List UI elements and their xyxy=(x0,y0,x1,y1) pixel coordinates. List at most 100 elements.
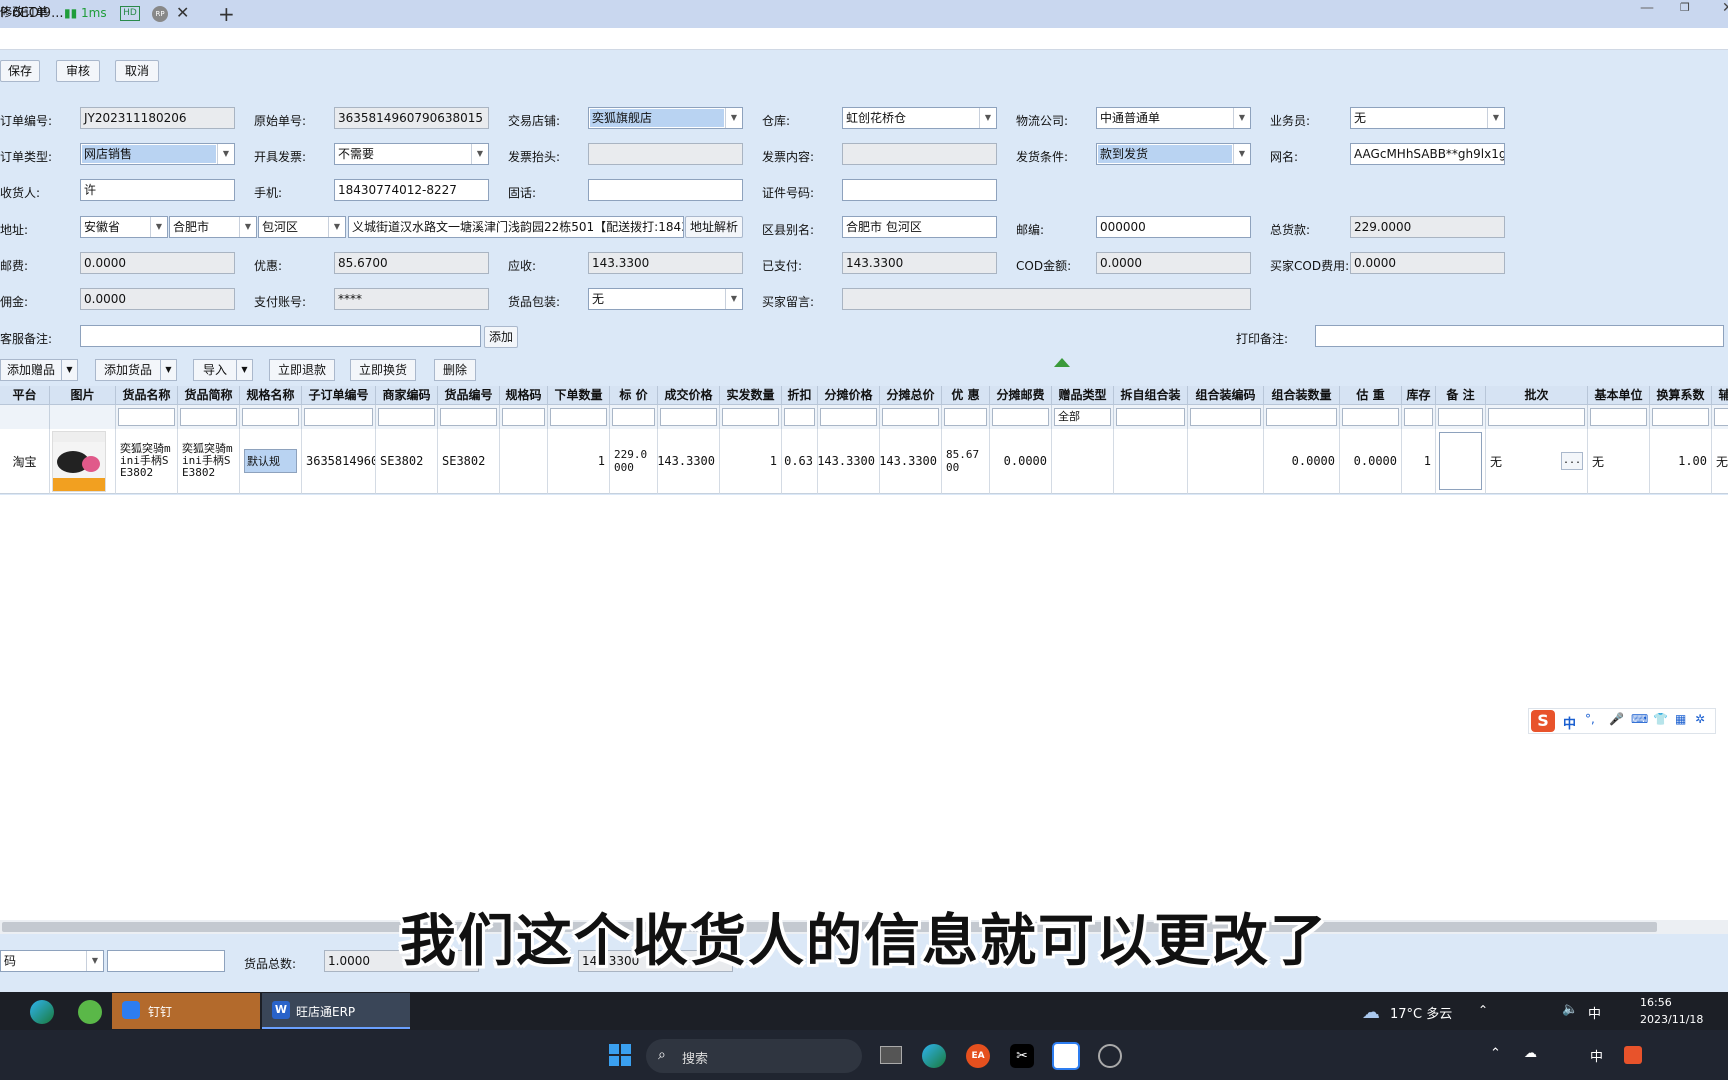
filter-input[interactable] xyxy=(242,408,299,426)
table-cell[interactable]: 1 xyxy=(548,429,610,494)
col-header[interactable]: 库存 xyxy=(1402,386,1436,405)
table-cell[interactable] xyxy=(1436,429,1486,494)
windows-start-icon[interactable] xyxy=(608,1043,632,1067)
add-note-button[interactable]: 添加 xyxy=(484,326,518,348)
netname-field[interactable]: AAGcMHhSABB**gh9lx1g0S xyxy=(1350,143,1505,165)
table-cell[interactable]: 36358149607 xyxy=(302,429,376,494)
district-select[interactable]: 包河区 ▼ xyxy=(258,216,346,238)
app-circle-icon[interactable] xyxy=(78,1000,102,1024)
col-header[interactable]: 商家编码 xyxy=(376,386,438,405)
col-header[interactable]: 批次 xyxy=(1486,386,1588,405)
logistics-select[interactable]: 中通普通单 ▼ xyxy=(1096,107,1251,129)
cloud-icon[interactable]: ☁ xyxy=(1524,1046,1537,1061)
table-cell[interactable]: 1.00 xyxy=(1650,429,1712,494)
ime-indicator[interactable]: 中 xyxy=(1588,1003,1601,1022)
filter-input[interactable] xyxy=(304,408,373,426)
warehouse-select[interactable]: 虹创花桥仓 ▼ xyxy=(842,107,997,129)
filter-input[interactable] xyxy=(992,408,1049,426)
filter-input[interactable] xyxy=(1714,408,1728,426)
filter-input[interactable]: 全部 xyxy=(1054,408,1111,426)
packaging-select[interactable]: 无 ▼ xyxy=(588,288,743,310)
invoice-content-field[interactable] xyxy=(842,143,997,165)
filter-input[interactable] xyxy=(722,408,779,426)
restore-button[interactable]: ❐ xyxy=(1680,1,1690,14)
invoice-select[interactable]: 不需要 ▼ xyxy=(334,143,489,165)
filter-input[interactable] xyxy=(440,408,497,426)
table-cell[interactable]: 229.0000 xyxy=(610,429,658,494)
tray-chevron-up-icon[interactable]: ⌃ xyxy=(1478,1003,1488,1017)
table-cell[interactable]: 1 xyxy=(720,429,782,494)
col-header[interactable]: 折扣 xyxy=(782,386,818,405)
col-header[interactable]: 成交价格 xyxy=(658,386,720,405)
table-cell[interactable]: 奕狐突骑mini手柄SE3802 xyxy=(116,429,178,494)
receivable-field[interactable]: 143.3300 xyxy=(588,252,743,274)
filter-input[interactable] xyxy=(378,408,435,426)
print-note-field[interactable] xyxy=(1315,325,1724,347)
salesman-select[interactable]: 无 ▼ xyxy=(1350,107,1505,129)
zip-field[interactable]: 000000 xyxy=(1096,216,1251,238)
table-cell[interactable]: 0.63 xyxy=(782,429,818,494)
col-header[interactable]: 下单数量 xyxy=(548,386,610,405)
col-header[interactable]: 优 惠 xyxy=(942,386,990,405)
settings-icon[interactable]: ✲ xyxy=(1695,712,1705,726)
table-cell[interactable]: 默认规 xyxy=(240,429,302,494)
filter-input[interactable] xyxy=(502,408,545,426)
col-header[interactable]: 备 注 xyxy=(1436,386,1486,405)
table-cell[interactable] xyxy=(1052,429,1114,494)
phone-field[interactable] xyxy=(588,179,743,201)
paid-field[interactable]: 143.3300 xyxy=(842,252,997,274)
province-select[interactable]: 安徽省 ▼ xyxy=(80,216,168,238)
mic-icon[interactable]: 🎤 xyxy=(1609,712,1624,726)
table-cell[interactable] xyxy=(500,429,548,494)
filter-input[interactable] xyxy=(1488,408,1585,426)
col-header[interactable]: 辅助单 xyxy=(1712,386,1728,405)
address-detail-field[interactable]: 义城街道汉水路文一塘溪津门浅韵园22栋501【配送拨打:18430774 xyxy=(348,216,684,238)
ime-mode-label[interactable]: 中 xyxy=(1563,713,1576,732)
capcut-icon[interactable]: ✂ xyxy=(1010,1044,1034,1068)
new-tab-button[interactable]: + xyxy=(218,2,235,26)
col-header[interactable]: 基本单位 xyxy=(1588,386,1650,405)
col-header[interactable]: 拆自组合装 xyxy=(1114,386,1188,405)
col-header[interactable]: 组合装数量 xyxy=(1264,386,1340,405)
col-header[interactable]: 图片 xyxy=(50,386,116,405)
discount-field[interactable]: 85.6700 xyxy=(334,252,489,274)
order-no-field[interactable]: JY202311180206 xyxy=(80,107,235,129)
table-cell[interactable]: 奕狐突骑mini手柄SE3802 xyxy=(178,429,240,494)
cod-field[interactable]: 0.0000 xyxy=(1096,252,1251,274)
tray-chevron-up-icon-2[interactable]: ⌃ xyxy=(1490,1046,1501,1061)
col-header[interactable]: 实发数量 xyxy=(720,386,782,405)
table-cell[interactable]: 143.3300 xyxy=(818,429,880,494)
rp-badge[interactable]: RP xyxy=(152,6,168,22)
area-alias-field[interactable]: 合肥市 包河区 xyxy=(842,216,997,238)
parse-address-button[interactable]: 地址解析 xyxy=(685,216,743,238)
edge-icon[interactable] xyxy=(30,1000,54,1024)
minimize-button[interactable]: — xyxy=(1640,0,1654,16)
invoice-title-field[interactable] xyxy=(588,143,743,165)
filter-input[interactable] xyxy=(1342,408,1399,426)
apps-icon[interactable]: ▦ xyxy=(1675,712,1686,726)
total-goods-field[interactable]: 229.0000 xyxy=(1350,216,1505,238)
filter-input[interactable] xyxy=(1438,408,1483,426)
table-cell[interactable] xyxy=(1188,429,1264,494)
keyboard-icon[interactable]: ⌨ xyxy=(1631,712,1648,726)
col-header[interactable]: 平台 xyxy=(0,386,50,405)
dingtalk-icon-2[interactable] xyxy=(1052,1042,1080,1070)
hd-badge[interactable]: HD xyxy=(120,6,140,21)
taskbar-search[interactable]: ⌕ 搜索 xyxy=(646,1039,862,1073)
chevron-down-icon[interactable]: ▼ xyxy=(61,360,77,380)
buyer-cod-field[interactable]: 0.0000 xyxy=(1350,252,1505,274)
table-cell[interactable]: 143.3300 xyxy=(658,429,720,494)
mobile-field[interactable]: 18430774012-8227 xyxy=(334,179,489,201)
weather-text[interactable]: 17°C 多云 xyxy=(1390,1003,1452,1022)
chevron-down-icon[interactable]: ▼ xyxy=(160,360,176,380)
table-cell[interactable]: 0.0000 xyxy=(990,429,1052,494)
col-header[interactable]: 分摊邮费 xyxy=(990,386,1052,405)
col-header[interactable]: 分摊总价 xyxy=(880,386,942,405)
buyer-msg-field[interactable] xyxy=(842,288,1251,310)
col-header[interactable]: 标 价 xyxy=(610,386,658,405)
delete-button[interactable]: 删除 xyxy=(434,359,476,381)
sogou-tray-icon[interactable] xyxy=(1624,1046,1642,1064)
idno-field[interactable] xyxy=(842,179,997,201)
col-header[interactable]: 估 重 xyxy=(1340,386,1402,405)
table-cell[interactable]: 85.6700 xyxy=(942,429,990,494)
